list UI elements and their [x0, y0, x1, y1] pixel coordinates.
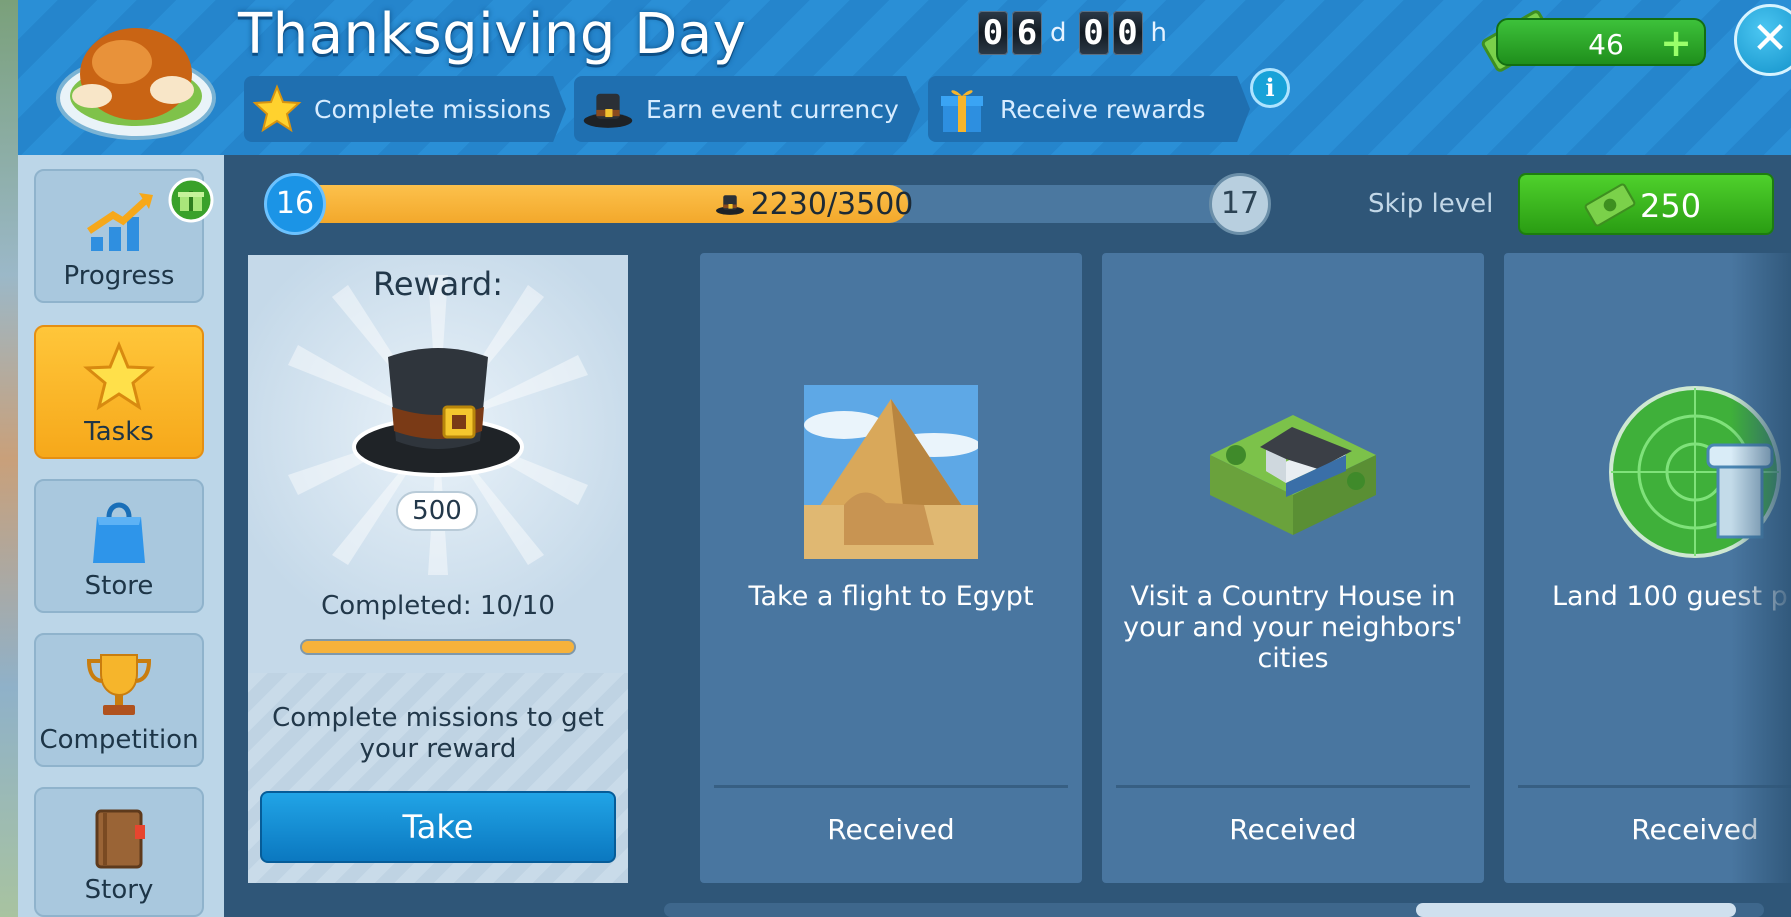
task-divider — [714, 785, 1068, 788]
skip-level-button[interactable]: 250 — [1518, 173, 1774, 235]
event-steps: Complete missions Earn event currency Re… — [244, 76, 1250, 142]
task-title: Take a flight to Egypt — [748, 581, 1034, 612]
next-level-badge: 17 — [1209, 173, 1271, 235]
book-icon — [95, 809, 145, 869]
reward-title: Reward: — [373, 265, 503, 303]
carousel-edge-fade — [1731, 253, 1791, 887]
task-card[interactable]: Visit a Country House in your and your n… — [1102, 253, 1484, 883]
task-divider — [1116, 785, 1470, 788]
step-label: Receive rewards — [1000, 94, 1206, 124]
star-icon — [83, 341, 155, 411]
trophy-icon — [86, 654, 152, 715]
timer-digit: 0 — [978, 11, 1008, 55]
reward-amount: 500 — [396, 491, 478, 531]
task-title: Visit a Country House in your and your n… — [1123, 581, 1463, 674]
country-house-image — [1210, 415, 1376, 535]
scrollbar-thumb[interactable] — [1416, 903, 1736, 917]
timer-digit: 6 — [1012, 11, 1042, 55]
close-button[interactable]: ✕ — [1734, 4, 1791, 76]
timer-days-unit: d — [1050, 18, 1067, 48]
timer-digit: 0 — [1078, 11, 1109, 55]
pilgrim-hat-icon — [352, 348, 524, 477]
turkey-icon — [56, 28, 216, 140]
reward-card: Reward: 500 Completed: 10/10 Complete mi… — [248, 255, 628, 883]
sidebar-item-store[interactable]: Store — [34, 479, 204, 613]
event-header: Thanksgiving Day 0 6 d 0 0 h Complete mi… — [18, 0, 1791, 155]
event-timer: 0 6 d 0 0 h — [978, 10, 1175, 56]
sidebar-item-label: Progress — [63, 261, 175, 291]
timer-hours-unit: h — [1150, 18, 1167, 48]
sidebar-item-competition[interactable]: Competition — [34, 633, 204, 767]
take-button[interactable]: Take — [260, 791, 616, 863]
sidebar: Progress Tasks Store Competition Story — [18, 155, 224, 917]
carousel-scrollbar[interactable] — [664, 903, 1764, 917]
pyramid-sphinx-image — [804, 385, 978, 559]
step-receive-rewards: Receive rewards — [928, 76, 1250, 142]
level-progress-text: 2230/3500 — [750, 186, 914, 222]
reward-area: Reward: 500 Completed: 10/10 — [248, 255, 628, 673]
tasks-panel: 2230/3500 16 17 Skip level 250 Reward: 5… — [224, 155, 1791, 917]
step-label: Complete missions — [314, 94, 551, 124]
current-level-badge: 16 — [264, 173, 326, 235]
completed-count: Completed: 10/10 — [321, 591, 555, 621]
cash-icon — [1584, 183, 1636, 227]
sidebar-item-label: Story — [84, 875, 154, 905]
add-cash-button[interactable]: + — [1660, 24, 1692, 62]
background-city-strip — [0, 0, 18, 917]
reward-note: Complete missions to get your reward — [272, 703, 604, 764]
shopping-bag-icon — [93, 502, 145, 563]
sidebar-item-label: Tasks — [84, 417, 154, 447]
task-card[interactable]: Take a flight to Egypt Received — [700, 253, 1082, 883]
event-title: Thanksgiving Day — [238, 2, 747, 67]
timer-digit: 0 — [1112, 11, 1143, 55]
sidebar-item-tasks[interactable]: Tasks — [34, 325, 204, 459]
level-progress-bar: 2230/3500 — [284, 185, 1264, 223]
gift-badge-icon — [168, 177, 214, 223]
info-button[interactable]: i — [1250, 68, 1290, 108]
skip-level-label: Skip level — [1368, 189, 1494, 219]
task-status: Received — [1229, 813, 1357, 846]
completion-progress-bar — [300, 639, 576, 655]
pilgrim-hat-icon — [582, 83, 634, 135]
sidebar-item-label: Store — [84, 571, 154, 601]
cash-amount: 46 — [1588, 28, 1624, 61]
step-complete-missions: Complete missions — [244, 76, 566, 142]
cash-counter: 46 + — [1496, 18, 1706, 66]
pilgrim-hat-icon — [715, 195, 744, 215]
sidebar-item-progress[interactable]: Progress — [34, 169, 214, 303]
step-earn-currency: Earn event currency — [574, 76, 920, 142]
tasks-carousel[interactable]: Take a flight to Egypt Received Visit a … — [700, 253, 1791, 887]
progress-chart-icon — [87, 193, 153, 251]
step-label: Earn event currency — [646, 94, 899, 124]
sidebar-item-label: Competition — [39, 725, 199, 755]
sidebar-item-story[interactable]: Story — [34, 787, 204, 917]
task-status: Received — [827, 813, 955, 846]
skip-level-cost: 250 — [1640, 187, 1702, 225]
gift-box-icon — [936, 83, 988, 135]
completion-progress-fill — [302, 641, 574, 653]
reward-footer: Complete missions to get your reward Tak… — [248, 673, 628, 883]
level-progress-label: 2230/3500 — [684, 185, 944, 223]
star-icon — [252, 83, 302, 135]
